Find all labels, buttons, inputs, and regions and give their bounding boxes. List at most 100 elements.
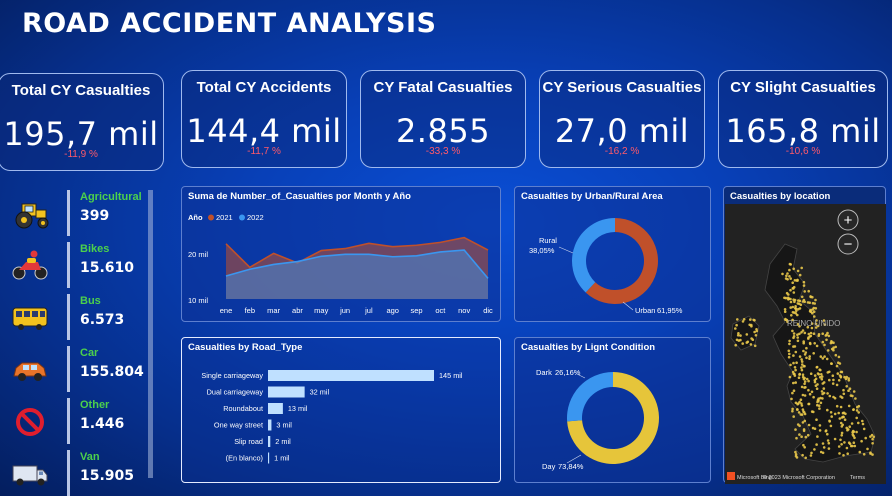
map-point bbox=[796, 269, 800, 273]
urban-rural-donut: Rural 38,05% Urban 61,95% bbox=[529, 218, 683, 315]
kpi-total-accidents[interactable]: Total CY Accidents 144,4 mil -11,7 % bbox=[181, 70, 347, 168]
map-point bbox=[788, 352, 791, 356]
map-point bbox=[805, 356, 808, 360]
vehicle-divider bbox=[67, 450, 70, 496]
vehicle-item-bus[interactable]: Bus 6.573 bbox=[8, 292, 156, 346]
vehicle-item-car[interactable]: Car 155.804 bbox=[8, 344, 156, 398]
urban-rural-panel[interactable]: Casualties by Urban/Rural Area Rural 38,… bbox=[514, 186, 711, 322]
kpi-serious-casualties[interactable]: CY Serious Casualties 27,0 mil -16,2 % bbox=[539, 70, 705, 168]
map-region-label: REINO UNIDO bbox=[787, 319, 840, 328]
kpi-slight-casualties[interactable]: CY Slight Casualties 165,8 mil -10,6 % bbox=[718, 70, 888, 168]
road-type-panel[interactable]: Casualties by Road_Type Single carriagew… bbox=[181, 337, 501, 483]
map-terms-link[interactable]: Terms bbox=[850, 475, 865, 481]
map-point bbox=[829, 424, 833, 428]
map-point bbox=[802, 298, 806, 302]
map-point bbox=[735, 338, 739, 342]
kpi-label: Total CY Casualties bbox=[11, 82, 151, 99]
map-point bbox=[790, 314, 793, 317]
kpi-value: 144,4 mil bbox=[186, 112, 342, 150]
x-tick-label: jun bbox=[339, 306, 350, 315]
donut-value-urban: 61,95% bbox=[657, 306, 683, 315]
map-point bbox=[734, 343, 737, 347]
x-tick-label: sep bbox=[410, 306, 422, 315]
light-condition-panel[interactable]: Casualties by Lignt Condition Dark 26,16… bbox=[514, 337, 711, 483]
map-point bbox=[793, 345, 797, 348]
map-point bbox=[837, 361, 840, 364]
area-chart-panel[interactable]: Suma de Number_of_Casualties por Month y… bbox=[181, 186, 501, 322]
x-tick-label: oct bbox=[435, 306, 446, 315]
map-point bbox=[821, 357, 825, 360]
kpi-value: 195,7 mil bbox=[3, 115, 159, 153]
bar[interactable] bbox=[268, 386, 305, 398]
map-point bbox=[829, 411, 833, 414]
bar[interactable] bbox=[268, 436, 271, 447]
map-point bbox=[837, 379, 841, 382]
map-point bbox=[794, 350, 798, 354]
map-point bbox=[789, 277, 792, 280]
donut-label-dark: Dark bbox=[536, 368, 552, 377]
map-point bbox=[798, 302, 801, 306]
map-point bbox=[798, 299, 802, 303]
map-point bbox=[742, 318, 746, 321]
kpi-label: CY Fatal Casualties bbox=[373, 79, 513, 96]
map-point bbox=[840, 431, 844, 435]
bar-category-label: One way street bbox=[214, 421, 263, 430]
kpi-fatal-casualties[interactable]: CY Fatal Casualties 2.855 -33,3 % bbox=[360, 70, 526, 168]
map-point bbox=[803, 446, 806, 449]
bar[interactable] bbox=[268, 370, 434, 381]
van-icon bbox=[12, 465, 48, 486]
vehicle-item-bikes[interactable]: Bikes 15.610 bbox=[8, 240, 156, 294]
map-point bbox=[830, 362, 833, 365]
road-type-bar-chart: Single carriageway 145 mil Dual carriagewa… bbox=[201, 370, 463, 464]
map-point bbox=[846, 452, 849, 455]
donut-slice[interactable] bbox=[567, 372, 613, 422]
map-point bbox=[803, 394, 807, 397]
map-point bbox=[828, 378, 831, 382]
x-tick-label: nov bbox=[458, 306, 470, 315]
map-panel[interactable]: Casualties by location REINO UNIDO + − M… bbox=[723, 186, 886, 484]
map-point bbox=[789, 297, 792, 301]
vehicle-divider bbox=[67, 294, 70, 340]
bar-category-label: Roundabout bbox=[223, 404, 263, 413]
bar[interactable] bbox=[268, 452, 270, 464]
map-point bbox=[826, 392, 829, 395]
donut-slice[interactable] bbox=[572, 218, 615, 293]
map-point bbox=[843, 441, 846, 444]
map-point bbox=[801, 408, 805, 411]
map-point bbox=[813, 448, 816, 451]
map-point bbox=[786, 296, 790, 300]
map-point bbox=[856, 405, 859, 409]
map-point bbox=[800, 358, 803, 361]
map-point bbox=[840, 416, 844, 419]
map-point bbox=[821, 340, 825, 344]
map-point bbox=[833, 412, 837, 416]
map-point bbox=[850, 422, 854, 425]
map-point bbox=[857, 421, 860, 425]
map-point bbox=[792, 267, 795, 271]
page-title: ROAD ACCIDENT ANALYSIS bbox=[22, 8, 437, 39]
zoom-in-icon: + bbox=[844, 212, 853, 229]
map-point bbox=[795, 456, 799, 459]
map-point bbox=[822, 446, 826, 449]
uk-map[interactable]: REINO UNIDO + − Microsoft Bing © 2023 Mi… bbox=[725, 204, 886, 484]
bar[interactable] bbox=[268, 403, 283, 414]
vehicle-item-van[interactable]: Van 15.905 bbox=[8, 448, 156, 496]
map-point bbox=[792, 389, 796, 392]
x-tick-label: mar bbox=[267, 306, 280, 315]
bar[interactable] bbox=[268, 419, 272, 431]
vehicle-item-agricultural[interactable]: Agricultural 399 bbox=[8, 188, 156, 242]
map-point bbox=[822, 391, 826, 395]
map-point bbox=[818, 368, 821, 371]
map-point bbox=[835, 383, 839, 387]
map-point bbox=[803, 419, 807, 423]
map-point bbox=[814, 298, 817, 302]
kpi-total-casualties[interactable]: Total CY Casualties 195,7 mil -11,9 % bbox=[0, 73, 164, 171]
map-point bbox=[791, 370, 795, 374]
map-point bbox=[794, 368, 797, 372]
map-point bbox=[833, 437, 837, 441]
vehicle-item-other[interactable]: Other 1.446 bbox=[8, 396, 156, 450]
x-tick-label: ene bbox=[220, 306, 233, 315]
x-tick-label: abr bbox=[292, 306, 303, 315]
kpi-value: 27,0 mil bbox=[554, 112, 690, 150]
area-chart: Año 2021 2022 20 mil 10 mil ene feb mar abr… bbox=[188, 213, 493, 315]
